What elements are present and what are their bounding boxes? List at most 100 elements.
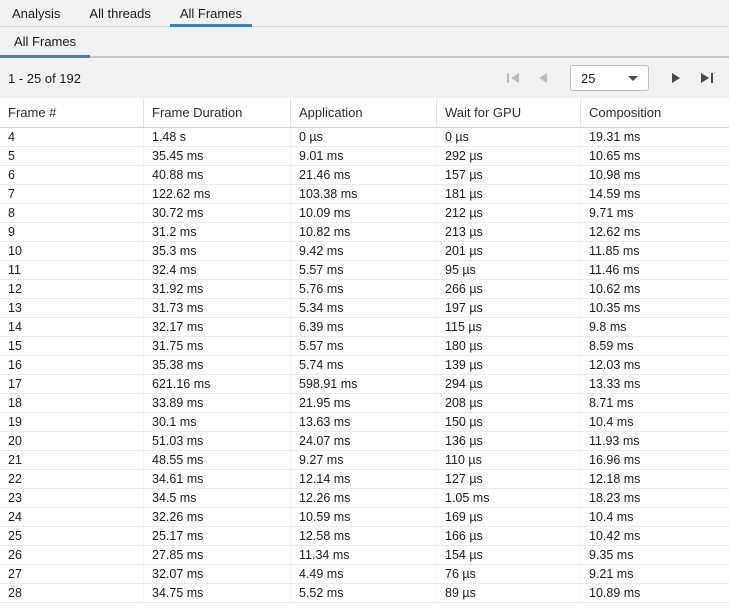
cell-application: 21.46 ms <box>291 166 437 184</box>
next-page-button[interactable] <box>668 70 684 86</box>
cell-frame-number: 24 <box>0 508 144 526</box>
cell-wait-for-gpu: 95 µs <box>437 261 581 279</box>
cell-frame-number: 6 <box>0 166 144 184</box>
tab-all-threads[interactable]: All threads <box>79 0 160 26</box>
tab-analysis[interactable]: Analysis <box>2 0 70 26</box>
cell-composition: 16.96 ms <box>581 451 729 469</box>
cell-frame-number: 16 <box>0 356 144 374</box>
sub-tab-bar: All Frames <box>0 27 729 58</box>
cell-frame-number: 11 <box>0 261 144 279</box>
cell-application: 6.39 ms <box>291 318 437 336</box>
table-row[interactable]: 6 40.88 ms 21.46 ms 157 µs 10.98 ms <box>0 166 729 185</box>
cell-composition: 13.33 ms <box>581 375 729 393</box>
table-row[interactable]: 24 32.26 ms 10.59 ms 169 µs 10.4 ms <box>0 508 729 527</box>
cell-application: 598.91 ms <box>291 375 437 393</box>
column-header-wait-for-gpu[interactable]: Wait for GPU <box>437 98 581 127</box>
cell-wait-for-gpu: 76 µs <box>437 565 581 583</box>
cell-frame-duration: 34.75 ms <box>144 584 291 602</box>
cell-frame-duration: 621.16 ms <box>144 375 291 393</box>
cell-wait-for-gpu: 201 µs <box>437 242 581 260</box>
cell-frame-number: 21 <box>0 451 144 469</box>
table-row[interactable]: 5 35.45 ms 9.01 ms 292 µs 10.65 ms <box>0 147 729 166</box>
cell-frame-number: 5 <box>0 147 144 165</box>
cell-frame-number: 15 <box>0 337 144 355</box>
cell-frame-duration: 32.07 ms <box>144 565 291 583</box>
cell-frame-duration: 1.48 s <box>144 128 291 146</box>
cell-frame-number: 18 <box>0 394 144 412</box>
cell-frame-duration: 35.45 ms <box>144 147 291 165</box>
cell-application: 5.74 ms <box>291 356 437 374</box>
last-page-button[interactable] <box>698 70 714 86</box>
cell-wait-for-gpu: 213 µs <box>437 223 581 241</box>
cell-application: 4.49 ms <box>291 565 437 583</box>
column-header-composition[interactable]: Composition <box>581 98 729 127</box>
cell-wait-for-gpu: 150 µs <box>437 413 581 431</box>
subtab-all-frames[interactable]: All Frames <box>0 27 90 56</box>
table-row[interactable]: 12 31.92 ms 5.76 ms 266 µs 10.62 ms <box>0 280 729 299</box>
cell-wait-for-gpu: 294 µs <box>437 375 581 393</box>
cell-application: 10.82 ms <box>291 223 437 241</box>
cell-frame-duration: 32.4 ms <box>144 261 291 279</box>
cell-wait-for-gpu: 157 µs <box>437 166 581 184</box>
table-row[interactable]: 4 1.48 s 0 µs 0 µs 19.31 ms <box>0 128 729 147</box>
cell-wait-for-gpu: 266 µs <box>437 280 581 298</box>
frames-table: Frame # Frame Duration Application Wait … <box>0 98 729 609</box>
cell-frame-number: 7 <box>0 185 144 203</box>
table-row[interactable]: 9 31.2 ms 10.82 ms 213 µs 12.62 ms <box>0 223 729 242</box>
cell-composition: 10.65 ms <box>581 147 729 165</box>
cell-frame-number: 19 <box>0 413 144 431</box>
column-header-application[interactable]: Application <box>291 98 437 127</box>
first-page-button[interactable] <box>505 70 521 86</box>
table-row[interactable]: 11 32.4 ms 5.57 ms 95 µs 11.46 ms <box>0 261 729 280</box>
cell-frame-number: 17 <box>0 375 144 393</box>
table-row[interactable]: 25 25.17 ms 12.58 ms 166 µs 10.42 ms <box>0 527 729 546</box>
cell-application: 13.63 ms <box>291 413 437 431</box>
table-row[interactable]: 23 34.5 ms 12.26 ms 1.05 ms 18.23 ms <box>0 489 729 508</box>
cell-application: 24.07 ms <box>291 432 437 450</box>
table-row[interactable]: 8 30.72 ms 10.09 ms 212 µs 9.71 ms <box>0 204 729 223</box>
table-row[interactable]: 17 621.16 ms 598.91 ms 294 µs 13.33 ms <box>0 375 729 394</box>
table-row[interactable]: 7 122.62 ms 103.38 ms 181 µs 14.59 ms <box>0 185 729 204</box>
cell-application: 9.01 ms <box>291 147 437 165</box>
cell-wait-for-gpu: 208 µs <box>437 394 581 412</box>
table-row[interactable]: 19 30.1 ms 13.63 ms 150 µs 10.4 ms <box>0 413 729 432</box>
table-row[interactable]: 14 32.17 ms 6.39 ms 115 µs 9.8 ms <box>0 318 729 337</box>
cell-wait-for-gpu: 166 µs <box>437 527 581 545</box>
cell-wait-for-gpu: 110 µs <box>437 451 581 469</box>
table-row[interactable]: 10 35.3 ms 9.42 ms 201 µs 11.85 ms <box>0 242 729 261</box>
table-row[interactable]: 16 35.38 ms 5.74 ms 139 µs 12.03 ms <box>0 356 729 375</box>
table-row[interactable]: 21 48.55 ms 9.27 ms 110 µs 16.96 ms <box>0 451 729 470</box>
column-header-frame-duration[interactable]: Frame Duration <box>144 98 291 127</box>
page-size-dropdown[interactable]: 25 <box>570 65 649 91</box>
table-row[interactable]: 20 51.03 ms 24.07 ms 136 µs 11.93 ms <box>0 432 729 451</box>
cell-composition: 11.93 ms <box>581 432 729 450</box>
cell-composition: 8.71 ms <box>581 394 729 412</box>
table-body: 4 1.48 s 0 µs 0 µs 19.31 ms 5 35.45 ms 9… <box>0 128 729 603</box>
tab-all-frames[interactable]: All Frames <box>170 0 252 26</box>
table-row[interactable]: 15 31.75 ms 5.57 ms 180 µs 8.59 ms <box>0 337 729 356</box>
cell-wait-for-gpu: 197 µs <box>437 299 581 317</box>
cell-application: 5.57 ms <box>291 337 437 355</box>
cell-frame-duration: 31.75 ms <box>144 337 291 355</box>
cell-frame-number: 28 <box>0 584 144 602</box>
cell-application: 0 µs <box>291 128 437 146</box>
cell-application: 12.14 ms <box>291 470 437 488</box>
table-row[interactable]: 28 34.75 ms 5.52 ms 89 µs 10.89 ms <box>0 584 729 603</box>
cell-composition: 11.85 ms <box>581 242 729 260</box>
cell-wait-for-gpu: 139 µs <box>437 356 581 374</box>
previous-page-button[interactable] <box>535 70 551 86</box>
table-row[interactable]: 27 32.07 ms 4.49 ms 76 µs 9.21 ms <box>0 565 729 584</box>
cell-frame-duration: 30.72 ms <box>144 204 291 222</box>
table-header-row: Frame # Frame Duration Application Wait … <box>0 98 729 128</box>
table-row[interactable]: 22 34.61 ms 12.14 ms 127 µs 12.18 ms <box>0 470 729 489</box>
previous-page-icon <box>538 72 548 84</box>
cell-wait-for-gpu: 181 µs <box>437 185 581 203</box>
cell-frame-duration: 33.89 ms <box>144 394 291 412</box>
table-row[interactable]: 13 31.73 ms 5.34 ms 197 µs 10.35 ms <box>0 299 729 318</box>
cell-wait-for-gpu: 154 µs <box>437 546 581 564</box>
pagination-bar: 1 - 25 of 192 25 <box>0 58 729 98</box>
column-header-frame-number[interactable]: Frame # <box>0 98 144 127</box>
table-row[interactable]: 18 33.89 ms 21.95 ms 208 µs 8.71 ms <box>0 394 729 413</box>
table-row[interactable]: 26 27.85 ms 11.34 ms 154 µs 9.35 ms <box>0 546 729 565</box>
cell-frame-duration: 51.03 ms <box>144 432 291 450</box>
